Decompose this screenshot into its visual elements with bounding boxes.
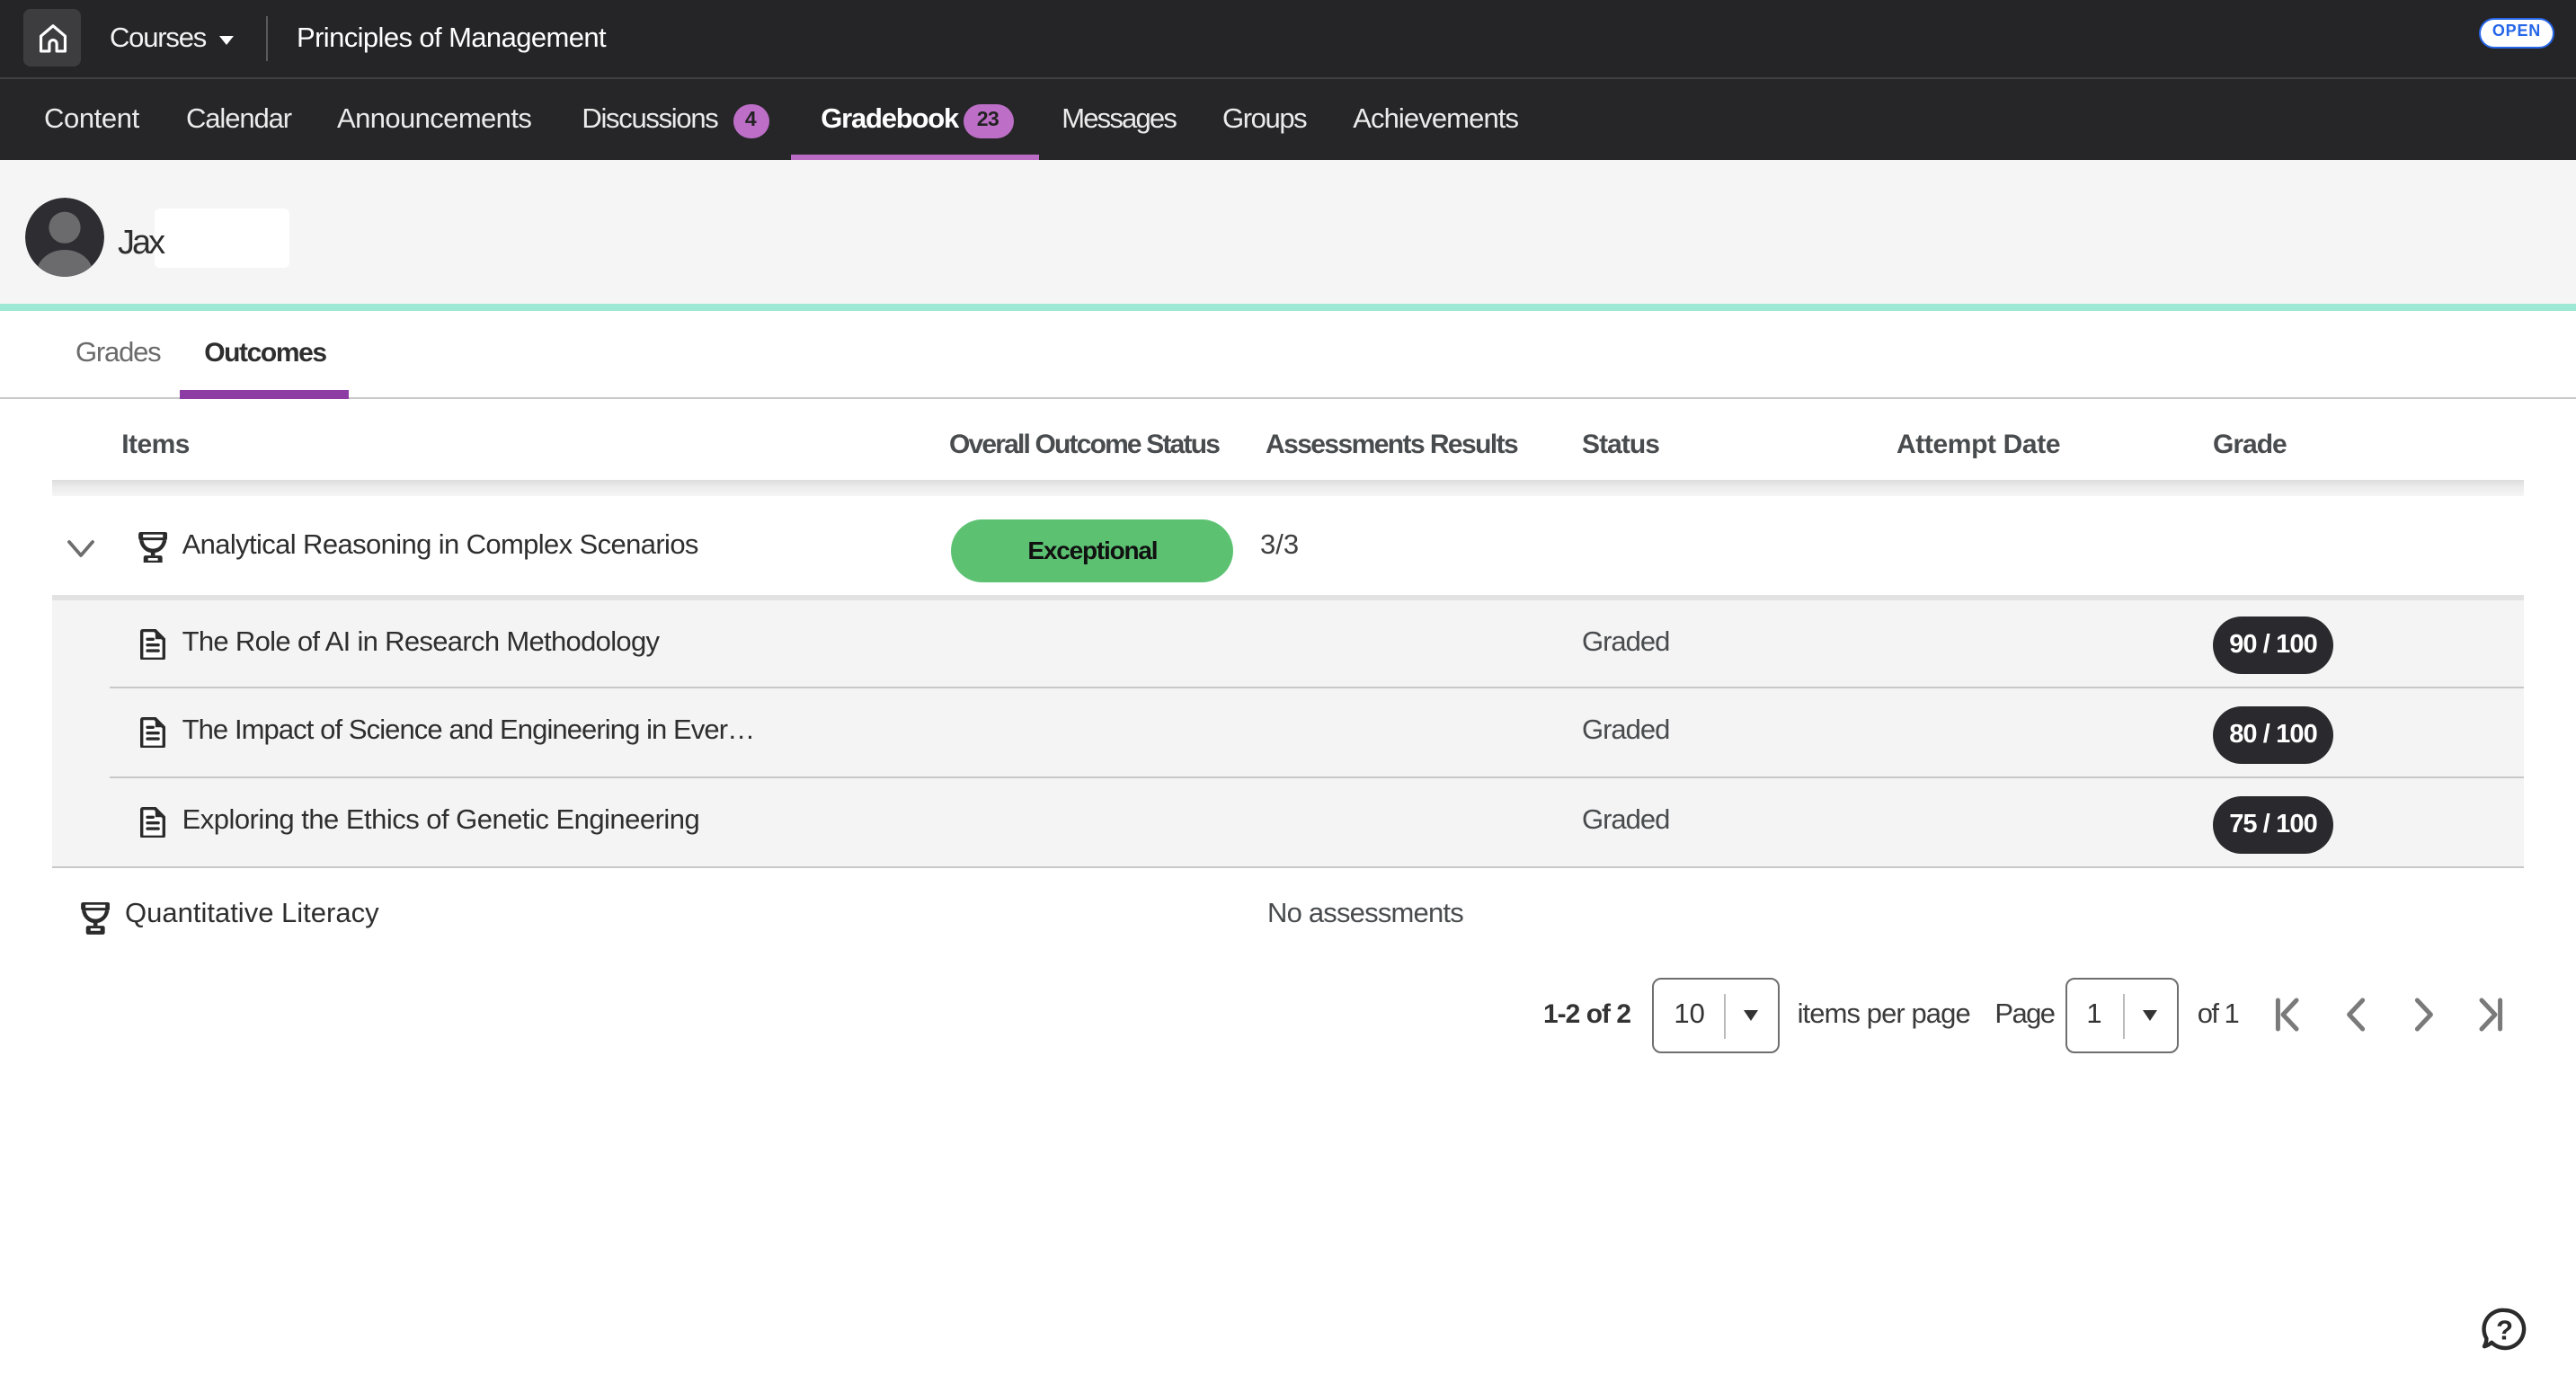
svg-text:?: ? <box>2496 1314 2513 1345</box>
